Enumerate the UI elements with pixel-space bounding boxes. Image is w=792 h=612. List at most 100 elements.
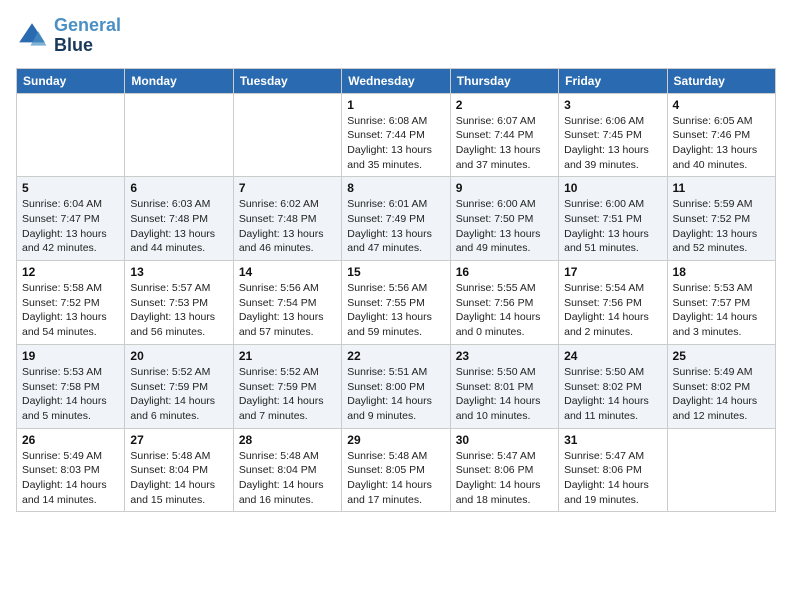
day-info: Sunrise: 5:58 AM Sunset: 7:52 PM Dayligh… — [22, 281, 119, 340]
day-number: 7 — [239, 181, 336, 195]
calendar-cell: 9Sunrise: 6:00 AM Sunset: 7:50 PM Daylig… — [450, 177, 558, 261]
page-header: General Blue — [16, 16, 776, 56]
logo-icon — [16, 20, 48, 52]
calendar-cell: 27 Sunrise: 5:48 AM Sunset: 8:04 PM Dayli… — [125, 428, 233, 512]
day-info: Sunrise: 5:53 AM Sunset: 7:58 PM Dayligh… — [22, 365, 119, 424]
calendar-cell: 3 Sunrise: 6:06 AM Sunset: 7:45 PM Daylig… — [559, 93, 667, 177]
weekday-header-monday: Monday — [125, 68, 233, 93]
day-info: Sunrise: 6:05 AM Sunset: 7:46 PM Dayligh… — [673, 114, 770, 173]
calendar-cell: 13 Sunrise: 5:57 AM Sunset: 7:53 PM Dayli… — [125, 261, 233, 345]
calendar-cell: 28 Sunrise: 5:48 AM Sunset: 8:04 PM Dayli… — [233, 428, 341, 512]
day-info: Sunrise: 5:57 AM Sunset: 7:53 PM Dayligh… — [130, 281, 227, 340]
day-number: 13 — [130, 265, 227, 279]
day-number: 10 — [564, 181, 661, 195]
day-number: 17 — [564, 265, 661, 279]
day-info: Sunrise: 5:52 AM Sunset: 7:59 PM Dayligh… — [130, 365, 227, 424]
day-info: Sunrise: 6:06 AM Sunset: 7:45 PM Dayligh… — [564, 114, 661, 173]
day-info: Sunrise: 6:02 AM Sunset: 7:48 PM Dayligh… — [239, 197, 336, 256]
calendar-table: SundayMondayTuesdayWednesdayThursdayFrid… — [16, 68, 776, 513]
calendar-cell: 4 Sunrise: 6:05 AM Sunset: 7:46 PM Daylig… — [667, 93, 775, 177]
calendar-cell: 17 Sunrise: 5:54 AM Sunset: 7:56 PM Dayli… — [559, 261, 667, 345]
day-info: Sunrise: 5:52 AM Sunset: 7:59 PM Dayligh… — [239, 365, 336, 424]
day-info: Sunrise: 6:00 AM Sunset: 7:51 PM Dayligh… — [564, 197, 661, 256]
weekday-header-wednesday: Wednesday — [342, 68, 450, 93]
day-number: 9 — [456, 181, 553, 195]
day-info: Sunrise: 5:48 AM Sunset: 8:04 PM Dayligh… — [239, 449, 336, 508]
day-info: Sunrise: 5:50 AM Sunset: 8:01 PM Dayligh… — [456, 365, 553, 424]
day-info: Sunrise: 6:03 AM Sunset: 7:48 PM Dayligh… — [130, 197, 227, 256]
calendar-cell: 22Sunrise: 5:51 AM Sunset: 8:00 PM Dayli… — [342, 344, 450, 428]
day-number: 6 — [130, 181, 227, 195]
weekday-header-sunday: Sunday — [17, 68, 125, 93]
day-number: 16 — [456, 265, 553, 279]
calendar-cell — [667, 428, 775, 512]
calendar-cell: 25 Sunrise: 5:49 AM Sunset: 8:02 PM Dayli… — [667, 344, 775, 428]
day-info: Sunrise: 5:48 AM Sunset: 8:05 PM Dayligh… — [347, 449, 444, 508]
day-number: 22 — [347, 349, 444, 363]
day-number: 28 — [239, 433, 336, 447]
day-number: 31 — [564, 433, 661, 447]
day-info: Sunrise: 5:47 AM Sunset: 8:06 PM Dayligh… — [456, 449, 553, 508]
day-info: Sunrise: 6:04 AM Sunset: 7:47 PM Dayligh… — [22, 197, 119, 256]
day-info: Sunrise: 5:50 AM Sunset: 8:02 PM Dayligh… — [564, 365, 661, 424]
weekday-header-tuesday: Tuesday — [233, 68, 341, 93]
logo: General Blue — [16, 16, 121, 56]
day-info: Sunrise: 6:07 AM Sunset: 7:44 PM Dayligh… — [456, 114, 553, 173]
day-number: 19 — [22, 349, 119, 363]
day-number: 27 — [130, 433, 227, 447]
day-number: 21 — [239, 349, 336, 363]
day-number: 8 — [347, 181, 444, 195]
weekday-header-friday: Friday — [559, 68, 667, 93]
day-number: 24 — [564, 349, 661, 363]
day-number: 1 — [347, 98, 444, 112]
day-number: 23 — [456, 349, 553, 363]
day-info: Sunrise: 5:56 AM Sunset: 7:54 PM Dayligh… — [239, 281, 336, 340]
calendar-cell: 23 Sunrise: 5:50 AM Sunset: 8:01 PM Dayli… — [450, 344, 558, 428]
day-number: 15 — [347, 265, 444, 279]
day-number: 4 — [673, 98, 770, 112]
calendar-cell: 29Sunrise: 5:48 AM Sunset: 8:05 PM Dayli… — [342, 428, 450, 512]
day-number: 12 — [22, 265, 119, 279]
day-info: Sunrise: 5:53 AM Sunset: 7:57 PM Dayligh… — [673, 281, 770, 340]
calendar-cell: 1 Sunrise: 6:08 AM Sunset: 7:44 PM Daylig… — [342, 93, 450, 177]
calendar-cell: 21 Sunrise: 5:52 AM Sunset: 7:59 PM Dayli… — [233, 344, 341, 428]
day-info: Sunrise: 5:49 AM Sunset: 8:03 PM Dayligh… — [22, 449, 119, 508]
day-info: Sunrise: 5:49 AM Sunset: 8:02 PM Dayligh… — [673, 365, 770, 424]
day-info: Sunrise: 6:08 AM Sunset: 7:44 PM Dayligh… — [347, 114, 444, 173]
day-number: 2 — [456, 98, 553, 112]
day-number: 20 — [130, 349, 227, 363]
calendar-cell: 6 Sunrise: 6:03 AM Sunset: 7:48 PM Daylig… — [125, 177, 233, 261]
day-number: 14 — [239, 265, 336, 279]
day-number: 18 — [673, 265, 770, 279]
calendar-cell: 14 Sunrise: 5:56 AM Sunset: 7:54 PM Dayli… — [233, 261, 341, 345]
calendar-cell: 5 Sunrise: 6:04 AM Sunset: 7:47 PM Daylig… — [17, 177, 125, 261]
calendar-cell: 20 Sunrise: 5:52 AM Sunset: 7:59 PM Dayli… — [125, 344, 233, 428]
calendar-cell — [233, 93, 341, 177]
calendar-cell — [125, 93, 233, 177]
day-info: Sunrise: 5:55 AM Sunset: 7:56 PM Dayligh… — [456, 281, 553, 340]
weekday-header-saturday: Saturday — [667, 68, 775, 93]
weekday-header-thursday: Thursday — [450, 68, 558, 93]
day-info: Sunrise: 5:56 AM Sunset: 7:55 PM Dayligh… — [347, 281, 444, 340]
calendar-cell: 18 Sunrise: 5:53 AM Sunset: 7:57 PM Dayli… — [667, 261, 775, 345]
calendar-cell: 30 Sunrise: 5:47 AM Sunset: 8:06 PM Dayli… — [450, 428, 558, 512]
calendar-cell: 10 Sunrise: 6:00 AM Sunset: 7:51 PM Dayli… — [559, 177, 667, 261]
calendar-cell: 31Sunrise: 5:47 AM Sunset: 8:06 PM Dayli… — [559, 428, 667, 512]
day-info: Sunrise: 5:59 AM Sunset: 7:52 PM Dayligh… — [673, 197, 770, 256]
calendar-cell — [17, 93, 125, 177]
calendar-cell: 24 Sunrise: 5:50 AM Sunset: 8:02 PM Dayli… — [559, 344, 667, 428]
day-number: 5 — [22, 181, 119, 195]
calendar-cell: 15 Sunrise: 5:56 AM Sunset: 7:55 PM Dayli… — [342, 261, 450, 345]
calendar-cell: 2 Sunrise: 6:07 AM Sunset: 7:44 PM Daylig… — [450, 93, 558, 177]
day-number: 11 — [673, 181, 770, 195]
day-number: 3 — [564, 98, 661, 112]
day-number: 30 — [456, 433, 553, 447]
calendar-cell: 7 Sunrise: 6:02 AM Sunset: 7:48 PM Daylig… — [233, 177, 341, 261]
day-number: 25 — [673, 349, 770, 363]
calendar-cell: 19 Sunrise: 5:53 AM Sunset: 7:58 PM Dayli… — [17, 344, 125, 428]
calendar-cell: 26 Sunrise: 5:49 AM Sunset: 8:03 PM Dayli… — [17, 428, 125, 512]
calendar-cell: 11 Sunrise: 5:59 AM Sunset: 7:52 PM Dayli… — [667, 177, 775, 261]
day-info: Sunrise: 5:54 AM Sunset: 7:56 PM Dayligh… — [564, 281, 661, 340]
day-info: Sunrise: 5:48 AM Sunset: 8:04 PM Dayligh… — [130, 449, 227, 508]
day-number: 26 — [22, 433, 119, 447]
